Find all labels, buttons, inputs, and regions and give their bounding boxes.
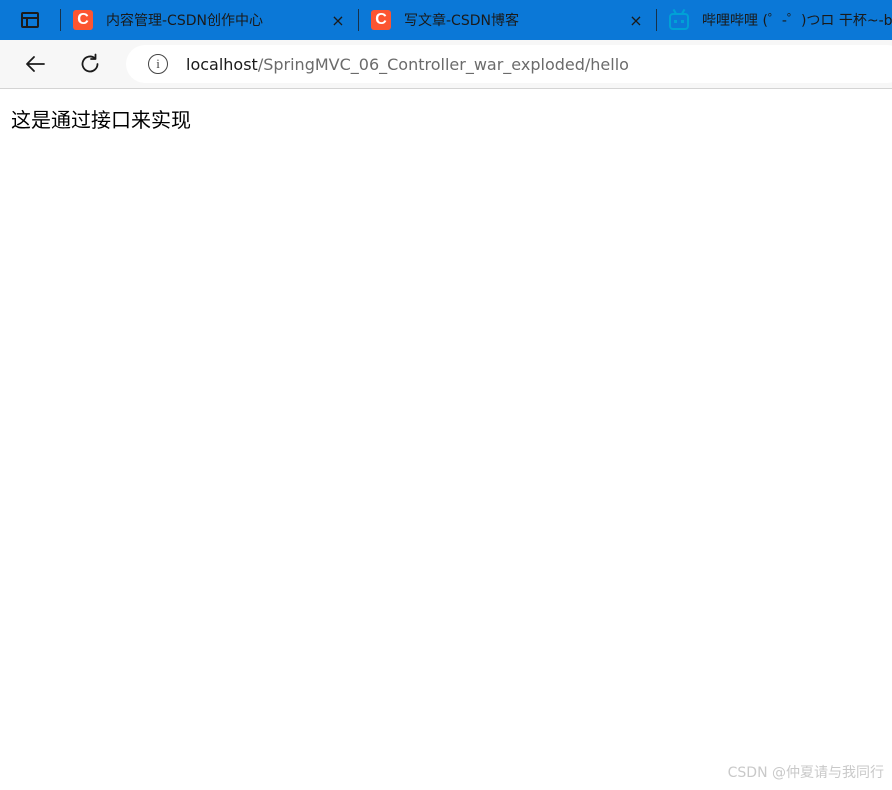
tab-csdn-content-management[interactable]: C 内容管理-CSDN创作中心 × — [61, 0, 358, 40]
back-button[interactable] — [18, 48, 52, 80]
address-url[interactable]: localhost/SpringMVC_06_Controller_war_ex… — [186, 55, 629, 74]
back-arrow-icon — [26, 56, 45, 72]
tab-title: 写文章-CSDN博客 — [404, 13, 519, 29]
bilibili-tv-icon — [669, 12, 689, 30]
address-bar[interactable]: i localhost/SpringMVC_06_Controller_war_… — [126, 45, 892, 83]
close-icon[interactable]: × — [324, 6, 352, 34]
reload-button[interactable] — [73, 48, 107, 80]
watermark: CSDN @仲夏请与我同行 — [727, 765, 884, 781]
tab-strip: C 内容管理-CSDN创作中心 × C 写文章-CSDN博客 × 哔哩哔哩 (゜… — [0, 0, 892, 40]
csdn-favicon-icon: C — [371, 10, 391, 30]
csdn-favicon-icon: C — [73, 10, 93, 30]
tab-title: 哔哩哔哩 (゜-゜)つロ 干杯~-bilibili — [702, 13, 892, 29]
window-tabs-icon — [21, 12, 39, 28]
page-viewport: 这是通过接口来实现 CSDN @仲夏请与我同行 — [0, 90, 892, 790]
url-host: localhost — [186, 54, 258, 74]
tab-actions-button[interactable] — [0, 0, 60, 40]
tab-csdn-write-article[interactable]: C 写文章-CSDN博客 × — [359, 0, 656, 40]
tab-title: 内容管理-CSDN创作中心 — [106, 13, 263, 29]
url-path: /SpringMVC_06_Controller_war_exploded/he… — [257, 54, 629, 74]
site-info-icon[interactable]: i — [148, 54, 168, 74]
tab-bilibili[interactable]: 哔哩哔哩 (゜-゜)つロ 干杯~-bilibili — [657, 0, 892, 40]
reload-icon — [81, 53, 99, 73]
browser-toolbar: i localhost/SpringMVC_06_Controller_war_… — [0, 40, 892, 89]
close-icon[interactable]: × — [622, 6, 650, 34]
page-message: 这是通过接口来实现 — [11, 108, 191, 132]
